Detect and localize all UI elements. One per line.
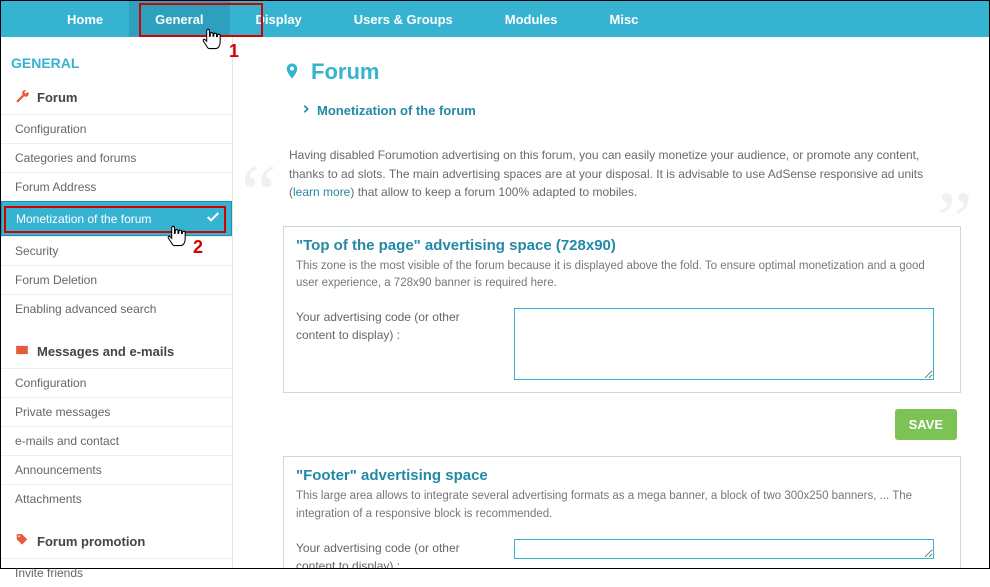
learn-more-link[interactable]: learn more bbox=[293, 185, 350, 199]
page-title-text: Forum bbox=[311, 59, 379, 85]
ad-code-input-top[interactable] bbox=[514, 308, 934, 380]
ad-code-input-footer[interactable] bbox=[514, 539, 934, 559]
panel-top-of-page: "Top of the page" advertising space (728… bbox=[283, 226, 961, 394]
page-title: Forum bbox=[283, 59, 961, 85]
location-pin-icon bbox=[283, 60, 301, 85]
section-header-label: Forum promotion bbox=[37, 534, 145, 549]
tag-icon bbox=[15, 533, 29, 550]
sidebar-item-advanced-search[interactable]: Enabling advanced search bbox=[1, 294, 232, 323]
panel-desc: This zone is the most visible of the for… bbox=[284, 258, 960, 305]
sidebar-item-msg-config[interactable]: Configuration bbox=[1, 368, 232, 397]
envelope-icon bbox=[15, 343, 29, 360]
sidebar: GENERAL Forum Configuration Categories a… bbox=[1, 37, 233, 568]
sidebar-item-private-messages[interactable]: Private messages bbox=[1, 397, 232, 426]
quote-close-icon: “ bbox=[937, 124, 973, 248]
section-header-promotion: Forum promotion bbox=[1, 525, 232, 558]
wrench-icon bbox=[15, 89, 29, 106]
section-header-forum: Forum bbox=[1, 81, 232, 114]
sidebar-item-attachments[interactable]: Attachments bbox=[1, 484, 232, 513]
sidebar-item-announcements[interactable]: Announcements bbox=[1, 455, 232, 484]
sidebar-item-invite-friends[interactable]: Invite friends bbox=[1, 558, 232, 587]
nav-users-groups[interactable]: Users & Groups bbox=[328, 1, 479, 37]
intro-text: “ Having disabled Forumotion advertising… bbox=[283, 146, 961, 202]
chevron-right-icon bbox=[301, 103, 311, 118]
nav-modules[interactable]: Modules bbox=[479, 1, 584, 37]
breadcrumb-label: Monetization of the forum bbox=[317, 103, 476, 118]
quote-open-icon: “ bbox=[241, 132, 277, 256]
breadcrumb[interactable]: Monetization of the forum bbox=[283, 103, 961, 118]
sidebar-item-categories[interactable]: Categories and forums bbox=[1, 143, 232, 172]
section-header-label: Messages and e-mails bbox=[37, 344, 174, 359]
save-button[interactable]: SAVE bbox=[895, 409, 957, 440]
check-icon bbox=[205, 209, 221, 228]
field-label: Your advertising code (or other content … bbox=[296, 539, 496, 568]
intro-post: ) that allow to keep a forum 100% adapte… bbox=[350, 185, 637, 199]
nav-general[interactable]: General bbox=[129, 1, 229, 37]
nav-home[interactable]: Home bbox=[41, 1, 129, 37]
nav-misc[interactable]: Misc bbox=[584, 1, 665, 37]
sidebar-item-forum-deletion[interactable]: Forum Deletion bbox=[1, 265, 232, 294]
sidebar-item-configuration[interactable]: Configuration bbox=[1, 114, 232, 143]
panel-desc: This large area allows to integrate seve… bbox=[284, 488, 960, 535]
panel-title: "Footer" advertising space bbox=[284, 457, 960, 488]
field-label: Your advertising code (or other content … bbox=[296, 308, 496, 344]
sidebar-item-emails-contact[interactable]: e-mails and contact bbox=[1, 426, 232, 455]
section-header-messages: Messages and e-mails bbox=[1, 335, 232, 368]
section-header-label: Forum bbox=[37, 90, 77, 105]
sidebar-item-monetization[interactable]: Monetization of the forum bbox=[1, 201, 232, 236]
sidebar-item-security[interactable]: Security bbox=[1, 236, 232, 265]
main-content: Forum Monetization of the forum “ Having… bbox=[233, 37, 989, 568]
sidebar-item-label: Monetization of the forum bbox=[16, 212, 151, 226]
sidebar-item-forum-address[interactable]: Forum Address bbox=[1, 172, 232, 201]
top-nav: Home General Display Users & Groups Modu… bbox=[1, 1, 989, 37]
sidebar-title: GENERAL bbox=[1, 55, 232, 81]
nav-display[interactable]: Display bbox=[230, 1, 328, 37]
panel-title: "Top of the page" advertising space (728… bbox=[284, 227, 960, 258]
panel-footer: "Footer" advertising space This large ar… bbox=[283, 456, 961, 568]
